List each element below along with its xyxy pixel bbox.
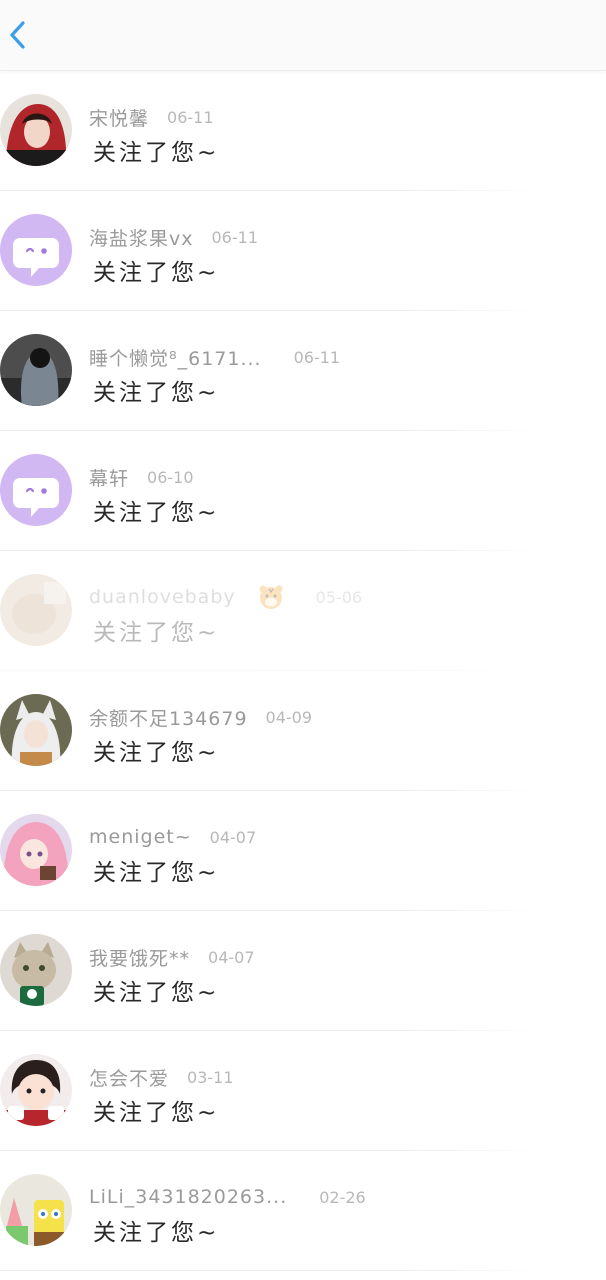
avatar[interactable]	[0, 814, 72, 886]
list-item[interactable]: 宋悦馨 06-11 关注了您~	[0, 71, 606, 191]
notification-date: 04-07	[208, 947, 255, 967]
notification-text: 关注了您~	[93, 260, 220, 286]
notification-date: 06-10	[147, 467, 194, 487]
notification-meta: 宋悦馨 06-11	[89, 103, 214, 131]
notification-meta: LiLi_3431820263... 02-26	[89, 1183, 366, 1211]
back-button[interactable]	[0, 12, 36, 58]
user-name[interactable]: meniget~	[89, 826, 192, 848]
list-item[interactable]: duanlovebaby 05-06 关注了您~	[0, 551, 606, 671]
follow-notification-list: 宋悦馨 06-11 关注了您~ 海盐浆果vx 06-11 关注了您~ 睡个懒觉⁸…	[0, 71, 606, 1271]
chat-bubble-icon	[0, 214, 72, 286]
list-item[interactable]: meniget~ 04-07 关注了您~	[0, 791, 606, 911]
notification-text: 关注了您~	[93, 140, 220, 166]
avatar[interactable]	[0, 94, 72, 166]
avatar[interactable]	[0, 1174, 72, 1246]
user-name[interactable]: 海盐浆果vx	[89, 224, 194, 251]
notification-date: 02-26	[319, 1187, 366, 1207]
notification-meta: 海盐浆果vx 06-11	[89, 223, 258, 251]
notification-meta: 余额不足134679 04-09	[89, 703, 312, 731]
avatar[interactable]	[0, 574, 72, 646]
chat-bubble-icon	[0, 454, 72, 526]
notification-date: 04-07	[209, 827, 257, 847]
avatar[interactable]	[0, 1054, 72, 1126]
notification-text: 关注了您~	[93, 500, 220, 526]
notification-meta: 幕轩 06-10	[89, 463, 194, 491]
notification-text: 关注了您~	[93, 620, 220, 646]
chevron-left-icon	[10, 21, 25, 49]
user-name[interactable]: 睡个懒觉⁸_6171...	[89, 344, 262, 371]
notification-text: 关注了您~	[93, 380, 220, 406]
user-name[interactable]: LiLi_3431820263...	[89, 1186, 287, 1208]
notification-text: 关注了您~	[93, 1100, 220, 1126]
notification-text: 关注了您~	[93, 740, 220, 766]
avatar[interactable]	[0, 214, 72, 286]
list-item[interactable]: 余额不足134679 04-09 关注了您~	[0, 671, 606, 791]
notification-meta: 怎会不爱 03-11	[89, 1063, 234, 1091]
notification-date: 06-11	[211, 227, 259, 247]
notification-text: 关注了您~	[93, 860, 220, 886]
avatar[interactable]	[0, 934, 72, 1006]
user-name[interactable]: 余额不足134679	[89, 704, 248, 731]
notification-meta: duanlovebaby 05-06	[89, 583, 362, 611]
user-name[interactable]: 怎会不爱	[89, 1064, 169, 1091]
list-item[interactable]: 我要饿死** 04-07 关注了您~	[0, 911, 606, 1031]
list-item[interactable]: 幕轩 06-10 关注了您~	[0, 431, 606, 551]
notification-meta: 我要饿死** 04-07	[89, 943, 255, 971]
user-name[interactable]: duanlovebaby	[89, 586, 236, 608]
notification-meta: meniget~ 04-07	[89, 823, 256, 851]
avatar[interactable]	[0, 334, 72, 406]
user-name[interactable]: 我要饿死**	[89, 944, 190, 971]
notification-date: 03-11	[187, 1067, 234, 1087]
list-item[interactable]: 怎会不爱 03-11 关注了您~	[0, 1031, 606, 1151]
notification-date: 04-09	[265, 707, 313, 727]
user-name[interactable]: 幕轩	[89, 464, 129, 491]
notification-date: 06-11	[167, 107, 214, 127]
tiger-face-icon	[258, 584, 284, 610]
notification-date: 06-11	[293, 347, 341, 367]
list-item[interactable]: 睡个懒觉⁸_6171... 06-11 关注了您~	[0, 311, 606, 431]
list-item[interactable]: LiLi_3431820263... 02-26 关注了您~	[0, 1151, 606, 1271]
top-navigation-bar	[0, 0, 606, 71]
avatar[interactable]	[0, 694, 72, 766]
notifications-screen: 宋悦馨 06-11 关注了您~ 海盐浆果vx 06-11 关注了您~ 睡个懒觉⁸…	[0, 0, 606, 1280]
avatar[interactable]	[0, 454, 72, 526]
list-item[interactable]: 海盐浆果vx 06-11 关注了您~	[0, 191, 606, 311]
divider	[0, 1270, 540, 1271]
notification-date: 05-06	[315, 587, 363, 607]
user-name[interactable]: 宋悦馨	[89, 104, 149, 131]
notification-text: 关注了您~	[93, 980, 220, 1006]
notification-meta: 睡个懒觉⁸_6171... 06-11	[89, 343, 340, 371]
notification-text: 关注了您~	[93, 1220, 220, 1246]
